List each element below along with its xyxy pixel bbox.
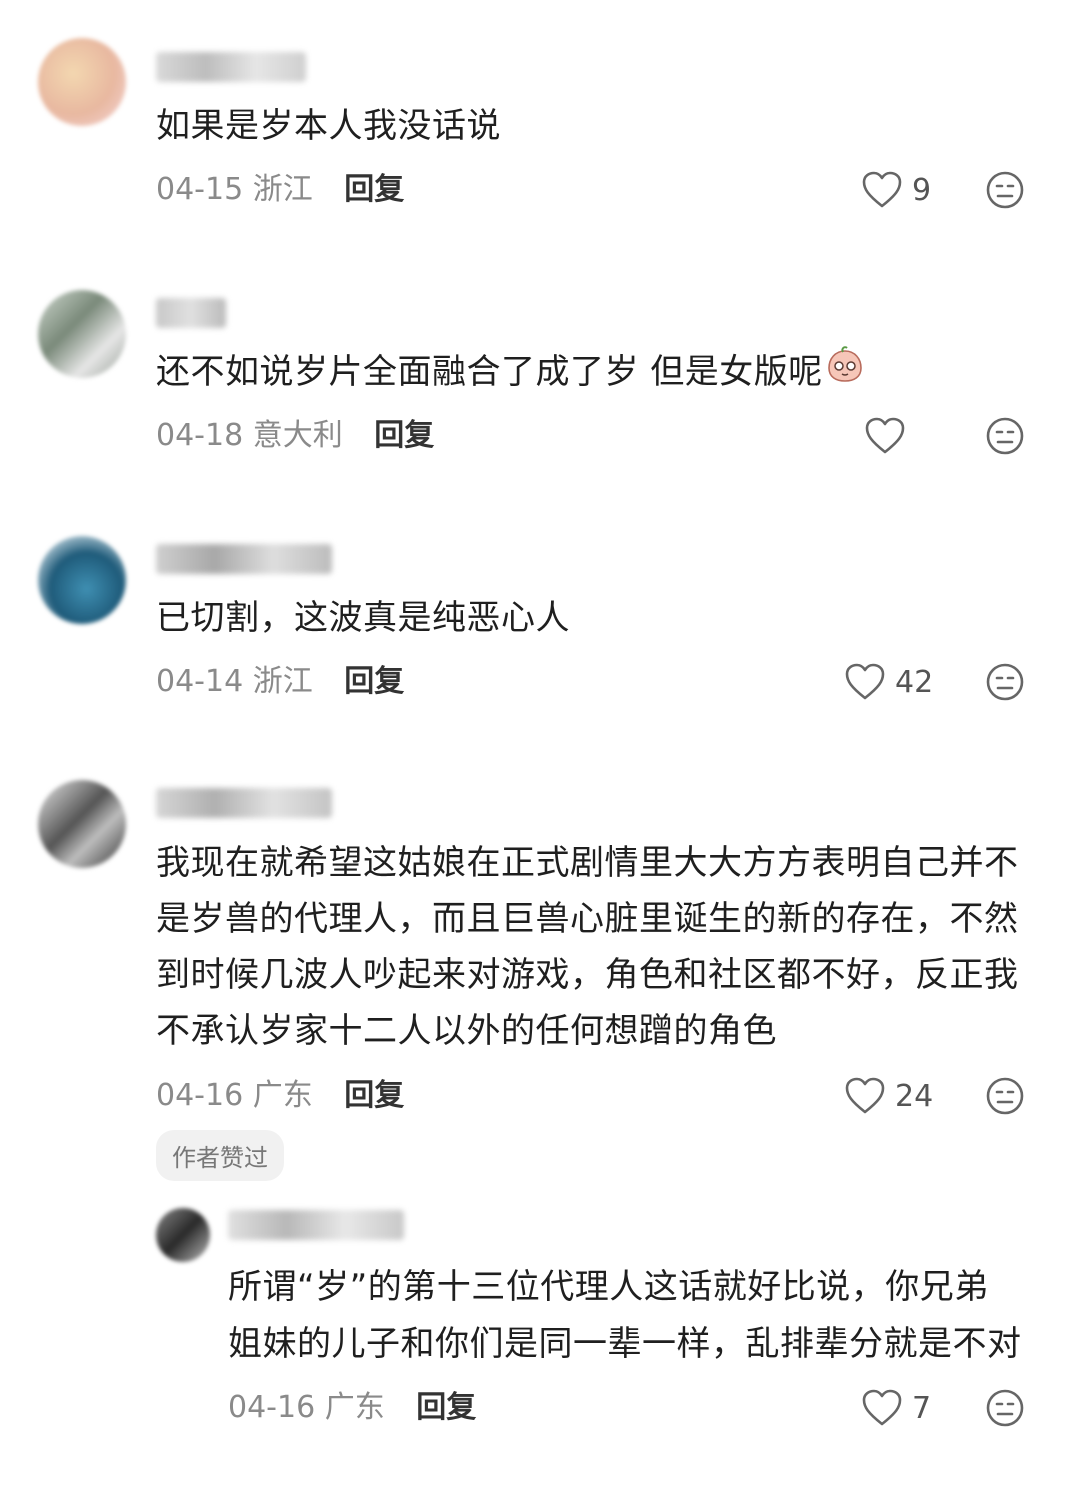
comment-text-line: 到时候几波人吵起来对游戏，角色和社区都不好，反正我 xyxy=(156,955,1019,995)
avatar[interactable] xyxy=(38,38,126,126)
comment-meta: 04-16 广东 回复 xyxy=(156,1076,404,1116)
username-blurred[interactable] xyxy=(156,52,306,82)
like-count: 9 xyxy=(912,172,932,208)
username-blurred[interactable] xyxy=(228,1210,404,1240)
comment-location: 广东 xyxy=(252,1078,313,1113)
username-blurred[interactable] xyxy=(156,788,332,818)
reply-button[interactable]: 回复 xyxy=(374,418,434,453)
avatar[interactable] xyxy=(38,536,126,624)
like-button[interactable]: 9 xyxy=(862,168,931,212)
heart-outline-icon xyxy=(862,171,902,209)
dislike-button[interactable] xyxy=(985,170,1025,210)
comment-date: 04-15 xyxy=(156,172,244,207)
comment-location: 浙江 xyxy=(252,664,313,699)
comment-meta: 04-15 浙江 回复 xyxy=(156,170,404,210)
neutral-face-icon xyxy=(985,662,1025,702)
reply-button[interactable]: 回复 xyxy=(416,1390,476,1425)
neutral-face-icon xyxy=(985,1388,1025,1428)
like-button[interactable]: 7 xyxy=(862,1386,931,1430)
like-count: 24 xyxy=(895,1078,934,1114)
comment-date: 04-16 xyxy=(156,1078,244,1113)
comment-text: 如果是岁本人我没话说 xyxy=(156,106,501,146)
neutral-face-icon xyxy=(985,416,1025,456)
like-count: 42 xyxy=(895,664,934,700)
username-blurred[interactable] xyxy=(156,544,332,574)
like-button[interactable]: 24 xyxy=(845,1074,933,1118)
heart-outline-icon xyxy=(845,1077,885,1115)
neutral-face-icon xyxy=(985,1076,1025,1116)
like-count: 7 xyxy=(912,1390,932,1426)
like-button[interactable] xyxy=(865,414,915,458)
dislike-button[interactable] xyxy=(985,662,1025,702)
reply-button[interactable]: 回复 xyxy=(344,1078,404,1113)
avatar[interactable] xyxy=(38,780,126,868)
reply-text-line: 所谓“岁”的第十三位代理人这话就好比说，你兄弟 xyxy=(228,1267,989,1307)
comment-date: 04-18 xyxy=(156,418,244,453)
reply-button[interactable]: 回复 xyxy=(344,664,404,699)
username-blurred[interactable] xyxy=(156,298,226,328)
dislike-button[interactable] xyxy=(985,416,1025,456)
neutral-face-icon xyxy=(985,170,1025,210)
dislike-button[interactable] xyxy=(985,1076,1025,1116)
heart-outline-icon xyxy=(865,417,905,455)
heart-outline-icon xyxy=(862,1389,902,1427)
comment-meta: 04-14 浙江 回复 xyxy=(156,662,404,702)
comment-location: 意大利 xyxy=(252,418,343,453)
peach-face-emoji xyxy=(825,345,865,402)
reply-button[interactable]: 回复 xyxy=(344,172,404,207)
comment-text-line: 是岁兽的代理人，而且巨兽心脏里诞生的新的存在，不然 xyxy=(156,899,1019,939)
comment-location: 浙江 xyxy=(252,172,313,207)
comment-meta: 04-18 意大利 回复 xyxy=(156,416,434,456)
comment-text: 已切割，这波真是纯恶心人 xyxy=(156,598,570,638)
comment-date: 04-14 xyxy=(156,664,244,699)
reply-location: 广东 xyxy=(324,1390,385,1425)
avatar[interactable] xyxy=(38,290,126,378)
comment-text-line: 我现在就希望这姑娘在正式剧情里大大方方表明自己并不 xyxy=(156,843,1019,883)
heart-outline-icon xyxy=(845,663,885,701)
comment-text-line: 不承认岁家十二人以外的任何想蹭的角色 xyxy=(156,1011,777,1051)
comment-text: 还不如说岁片全面融合了成了岁 但是女版呢 xyxy=(156,344,865,402)
dislike-button[interactable] xyxy=(985,1388,1025,1428)
author-liked-badge: 作者赞过 xyxy=(156,1130,284,1181)
avatar[interactable] xyxy=(156,1208,210,1262)
comment-text-content: 还不如说岁片全面融合了成了岁 但是女版呢 xyxy=(156,352,823,392)
like-button[interactable]: 42 xyxy=(845,660,933,704)
reply-date: 04-16 xyxy=(228,1390,316,1425)
reply-meta: 04-16 广东 回复 xyxy=(228,1388,476,1428)
reply-text-line: 姐妹的儿子和你们是同一辈一样，乱排辈分就是不对 xyxy=(228,1324,1022,1364)
